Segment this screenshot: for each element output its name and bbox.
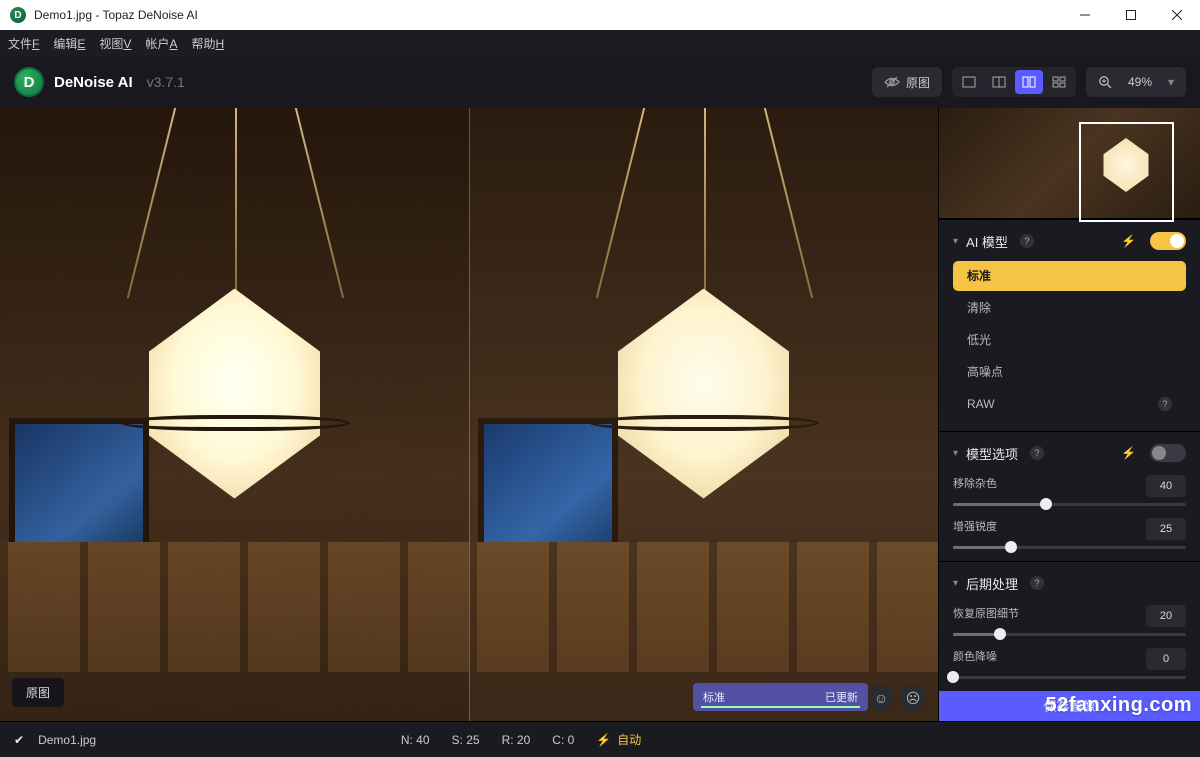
ai-model-auto-toggle[interactable] [1150,232,1186,250]
footer-C: C: 0 [552,733,574,747]
bolt-icon: ⚡ [1121,234,1136,248]
zoom-icon [1098,75,1112,89]
slider-label: 移除杂色 [953,475,997,497]
help-icon[interactable]: ? [1030,446,1044,460]
chevron-down-icon[interactable]: ▾ [953,448,958,459]
preview-processed [469,108,938,721]
panel-post-processing: ▾ 后期处理 ? 恢复原图细节 20 颜色降噪 0 [939,561,1200,691]
slider-track[interactable] [953,633,1186,636]
help-icon[interactable]: ? [1158,397,1172,411]
top-toolbar: D DeNoise AI v3.7.1 原图 49% ▾ [0,56,1200,108]
slider-color-noise: 颜色降噪 0 [953,648,1186,679]
app-logo-icon: D [14,67,44,97]
processing-status-badge: 标准 已更新 [693,683,868,711]
footer-N: N: 40 [401,733,430,747]
slider-track[interactable] [953,676,1186,679]
bolt-icon: ⚡ [596,733,611,747]
view-single-button[interactable] [955,70,983,94]
slider-track[interactable] [953,546,1186,549]
file-check-icon: ✔ [14,733,24,747]
view-grid-button[interactable] [1045,70,1073,94]
slider-remove-noise: 移除杂色 40 [953,475,1186,506]
slider-value[interactable]: 25 [1146,518,1186,540]
panel-title: AI 模型 [966,232,1008,251]
model-clear[interactable]: 清除 [953,293,1186,323]
footer-bar: ✔ Demo1.jpg N: 40 S: 25 R: 20 C: 0 ⚡自动 [0,721,1200,757]
watermark-text: 52fanxing.com [1045,694,1192,717]
bolt-icon: ⚡ [1121,446,1136,460]
panel-model-options: ▾ 模型选项 ? ⚡ 移除杂色 40 增强锐度 25 [939,431,1200,561]
menu-file[interactable]: 文件F [8,35,39,52]
view-sidebyside-button[interactable] [1015,70,1043,94]
split-divider[interactable] [469,108,470,721]
model-low-light[interactable]: 低光 [953,325,1186,355]
model-options-auto-toggle[interactable] [1150,444,1186,462]
menu-account[interactable]: 帐户A [145,35,177,52]
menu-view[interactable]: 视图V [99,35,131,52]
menu-help[interactable]: 帮助H [191,35,224,52]
footer-S: S: 25 [452,733,480,747]
slider-value[interactable]: 20 [1146,605,1186,627]
feedback-good-button[interactable]: ☺ [868,685,894,711]
slider-track[interactable] [953,503,1186,506]
brand-version: v3.7.1 [147,74,185,90]
slider-value[interactable]: 0 [1146,648,1186,670]
panel-title: 模型选项 [966,444,1018,463]
preview-canvas[interactable]: 原图 标准 已更新 ☺ ☹ [0,108,938,721]
slider-label: 恢复原图细节 [953,605,1019,627]
close-button[interactable] [1154,0,1200,30]
eye-off-icon [884,75,900,89]
navigator-viewport[interactable] [1079,122,1174,222]
slider-enhance-sharpness: 增强锐度 25 [953,518,1186,549]
window-titlebar: D Demo1.jpg - Topaz DeNoise AI [0,0,1200,30]
save-image-button[interactable]: 保存图像 52fanxing.com [939,691,1200,721]
settings-sidebar: ▾ AI 模型 ? ⚡ 标准 清除 低光 高噪点 RAW? ▾ 模型选项 [938,108,1200,721]
chevron-down-icon[interactable]: ▾ [953,236,958,247]
menu-bar: 文件F 编辑E 视图V 帐户A 帮助H [0,30,1200,56]
panel-title: 后期处理 [966,574,1018,593]
help-icon[interactable]: ? [1020,234,1034,248]
slider-label: 增强锐度 [953,518,997,540]
preview-original [0,108,469,721]
zoom-value: 49% [1128,75,1152,89]
minimize-button[interactable] [1062,0,1108,30]
model-high-noise[interactable]: 高噪点 [953,357,1186,387]
original-label-badge: 原图 [12,678,64,707]
maximize-button[interactable] [1108,0,1154,30]
feedback-bad-button[interactable]: ☹ [900,685,926,711]
footer-auto[interactable]: ⚡自动 [596,731,641,748]
model-raw[interactable]: RAW? [953,389,1186,419]
view-mode-group [952,67,1076,97]
navigator-thumbnail[interactable] [939,108,1200,219]
chevron-down-icon: ▾ [1168,75,1174,89]
window-title: Demo1.jpg - Topaz DeNoise AI [34,8,1062,22]
zoom-dropdown[interactable]: 49% ▾ [1086,67,1186,97]
status-text: 已更新 [781,689,869,705]
footer-R: R: 20 [502,733,531,747]
view-split-button[interactable] [985,70,1013,94]
status-model: 标准 [693,689,781,705]
show-original-button[interactable]: 原图 [872,67,942,97]
menu-edit[interactable]: 编辑E [53,35,85,52]
brand-name: DeNoise AI [54,74,133,91]
chevron-down-icon[interactable]: ▾ [953,578,958,589]
show-original-label: 原图 [906,74,930,91]
app-logo-small-icon: D [10,7,26,23]
panel-ai-model: ▾ AI 模型 ? ⚡ 标准 清除 低光 高噪点 RAW? [939,219,1200,431]
help-icon[interactable]: ? [1030,576,1044,590]
footer-filename[interactable]: Demo1.jpg [38,733,96,747]
slider-label: 颜色降噪 [953,648,997,670]
slider-value[interactable]: 40 [1146,475,1186,497]
slider-recover-detail: 恢复原图细节 20 [953,605,1186,636]
model-standard[interactable]: 标准 [953,261,1186,291]
